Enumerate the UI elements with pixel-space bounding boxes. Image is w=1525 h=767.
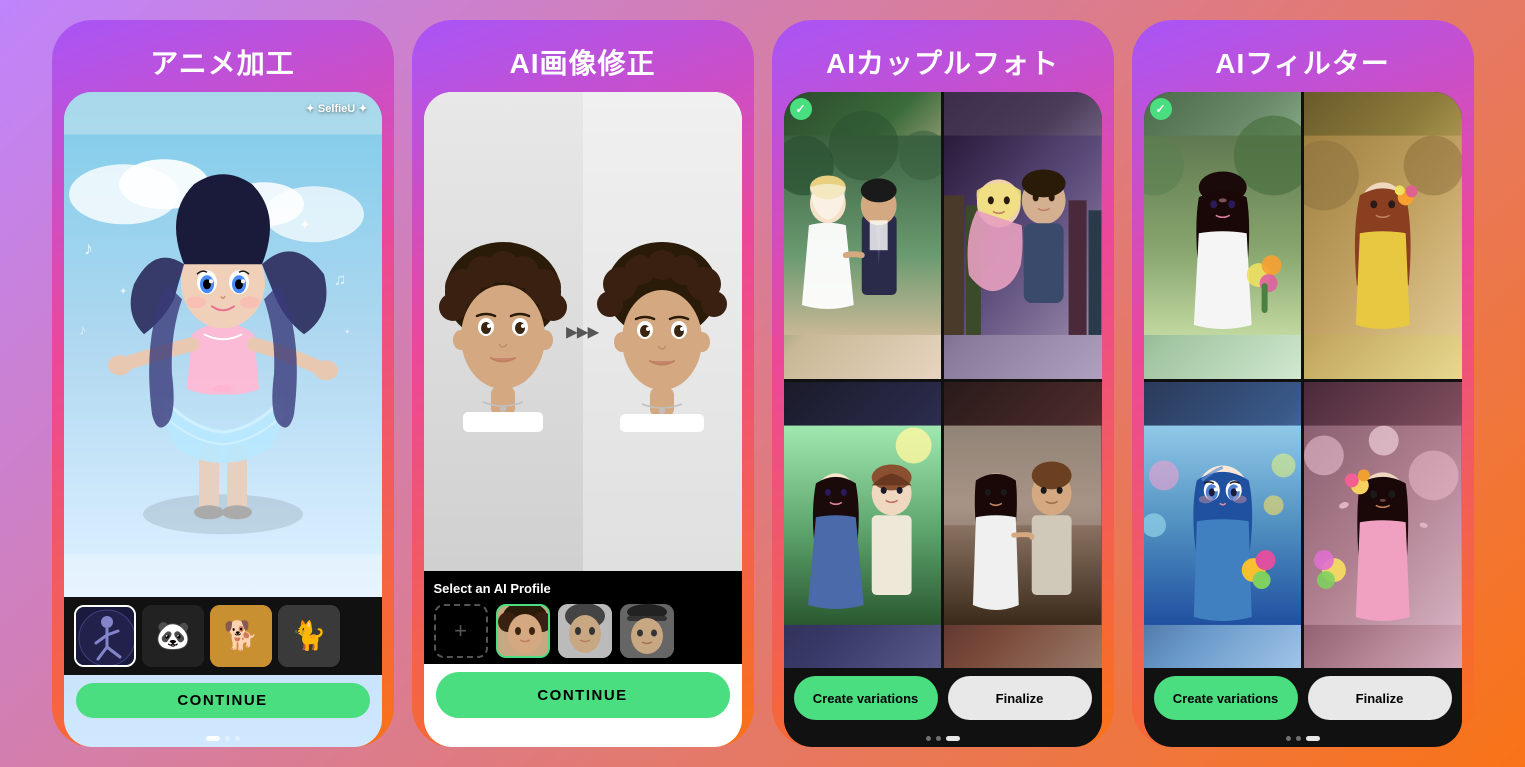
avatar-2-svg	[558, 604, 612, 658]
svg-text:♪: ♪	[79, 321, 86, 337]
avatar-2[interactable]	[558, 604, 612, 658]
avatar-1-svg	[498, 606, 550, 658]
svg-text:🐈: 🐈	[291, 619, 326, 652]
svg-text:♪: ♪	[84, 238, 93, 258]
dot-3	[946, 736, 960, 741]
card-2-header: AI画像修正	[412, 20, 754, 92]
card-3-phone-mockup: ✓	[784, 92, 1102, 747]
card-4-header: AIフィルター	[1132, 20, 1474, 92]
create-variations-button-3[interactable]: Create variations	[794, 676, 938, 720]
card-2-continue-button[interactable]: CONTINUE	[436, 672, 730, 718]
couple-2-svg	[944, 92, 1102, 379]
card-4-title: AIフィルター	[1215, 48, 1389, 79]
face-after-svg	[592, 232, 732, 432]
anime-background-svg: ♪ ♫ ♪ ♫	[64, 92, 382, 597]
dot-3	[235, 736, 240, 741]
card-1-header: アニメ加工	[52, 20, 394, 92]
dot-1	[206, 736, 220, 741]
card-3-indicators	[784, 730, 1102, 747]
card-4-phone-mockup: ✓	[1144, 92, 1462, 747]
correction-content-area: ▶▶▶	[424, 92, 742, 571]
thumb-4-icon: 🐈	[278, 605, 340, 667]
couple-photo-1[interactable]: ✓	[784, 92, 942, 379]
face-after	[583, 92, 742, 571]
card-1-indicators	[64, 730, 382, 747]
filter-card: AIフィルター ✓	[1132, 20, 1474, 747]
svg-text:🐕: 🐕	[223, 619, 258, 652]
filter-4-svg	[1304, 382, 1462, 669]
filter-photo-grid: ✓	[1144, 92, 1462, 668]
card-2-phone-mockup: ▶▶▶	[424, 92, 742, 747]
avatar-1[interactable]	[496, 604, 550, 658]
couple-4-svg	[944, 382, 1102, 669]
card-2-indicators	[424, 730, 742, 747]
couple-photo-2[interactable]	[944, 92, 1102, 379]
thumbnail-4[interactable]: 🐈	[278, 605, 340, 667]
main-container: アニメ加工	[0, 0, 1525, 767]
svg-text:♫: ♫	[334, 271, 346, 288]
couple-photo-3[interactable]	[784, 382, 942, 669]
anime-card: アニメ加工	[52, 20, 394, 747]
svg-text:🐼: 🐼	[155, 619, 190, 651]
thumbnail-3[interactable]: 🐕	[210, 605, 272, 667]
selected-check-2: ✓	[1150, 98, 1172, 120]
couple-photo-4[interactable]	[944, 382, 1102, 669]
avatar-3[interactable]	[620, 604, 674, 658]
add-avatar-button[interactable]: +	[434, 604, 488, 658]
filter-2-svg	[1304, 92, 1462, 379]
dot-1	[1286, 736, 1291, 741]
correction-arrows: ▶▶▶	[566, 323, 598, 340]
correction-card: AI画像修正	[412, 20, 754, 747]
card-1-continue-button[interactable]: CONTINUE	[76, 683, 370, 718]
create-variations-button-4[interactable]: Create variations	[1154, 676, 1298, 720]
filter-1-svg	[1144, 92, 1302, 379]
couple-3-svg	[784, 382, 942, 669]
face-before-svg	[433, 232, 573, 432]
avatar-3-svg	[620, 604, 674, 658]
card-3-action-buttons: Create variations Finalize	[784, 668, 1102, 730]
card-1-title: アニメ加工	[150, 48, 294, 79]
thumb-2-icon: 🐼	[142, 605, 204, 667]
avatar-list: +	[434, 604, 732, 658]
svg-text:✦: ✦	[299, 216, 311, 232]
card-4-indicators	[1144, 730, 1462, 747]
dot-2	[1296, 736, 1301, 741]
dot-3	[1306, 736, 1320, 741]
couple-card: AIカップルフォト ✓	[772, 20, 1114, 747]
thumb-1-icon	[76, 607, 136, 667]
dot-2	[576, 736, 590, 741]
filter-photo-2[interactable]	[1304, 92, 1462, 379]
finalize-button-4[interactable]: Finalize	[1308, 676, 1452, 720]
dot-1	[566, 736, 571, 741]
finalize-button-3[interactable]: Finalize	[948, 676, 1092, 720]
couple-1-svg	[784, 92, 942, 379]
card-1-phone-mockup: ♪ ♫ ♪ ♫	[64, 92, 382, 747]
anime-thumbnails-row: 🐼 🐕 🐈	[64, 597, 382, 675]
thumbnail-1[interactable]	[74, 605, 136, 667]
face-before	[424, 92, 583, 571]
profile-selection: Select an AI Profile +	[424, 571, 742, 664]
dot-2	[936, 736, 941, 741]
profile-section-title: Select an AI Profile	[434, 581, 732, 596]
card-2-title: AI画像修正	[509, 48, 655, 79]
card-3-title: AIカップルフォト	[826, 48, 1059, 79]
filter-photo-4[interactable]	[1304, 382, 1462, 669]
filter-photo-3[interactable]	[1144, 382, 1302, 669]
dot-3	[595, 736, 600, 741]
watermark-text: ✦ SelfieU ✦	[306, 102, 368, 115]
thumb-3-icon: 🐕	[210, 605, 272, 667]
filter-photo-1[interactable]: ✓	[1144, 92, 1302, 379]
svg-text:✦: ✦	[119, 286, 127, 297]
dot-1	[926, 736, 931, 741]
card-3-header: AIカップルフォト	[772, 20, 1114, 92]
filter-3-svg	[1144, 382, 1302, 669]
couple-photo-grid: ✓	[784, 92, 1102, 668]
svg-text:✦: ✦	[344, 327, 351, 336]
selected-check-1: ✓	[790, 98, 812, 120]
anime-content-area: ♪ ♫ ♪ ♫	[64, 92, 382, 597]
thumbnail-2[interactable]: 🐼	[142, 605, 204, 667]
card-4-action-buttons: Create variations Finalize	[1144, 668, 1462, 730]
dot-2	[225, 736, 230, 741]
